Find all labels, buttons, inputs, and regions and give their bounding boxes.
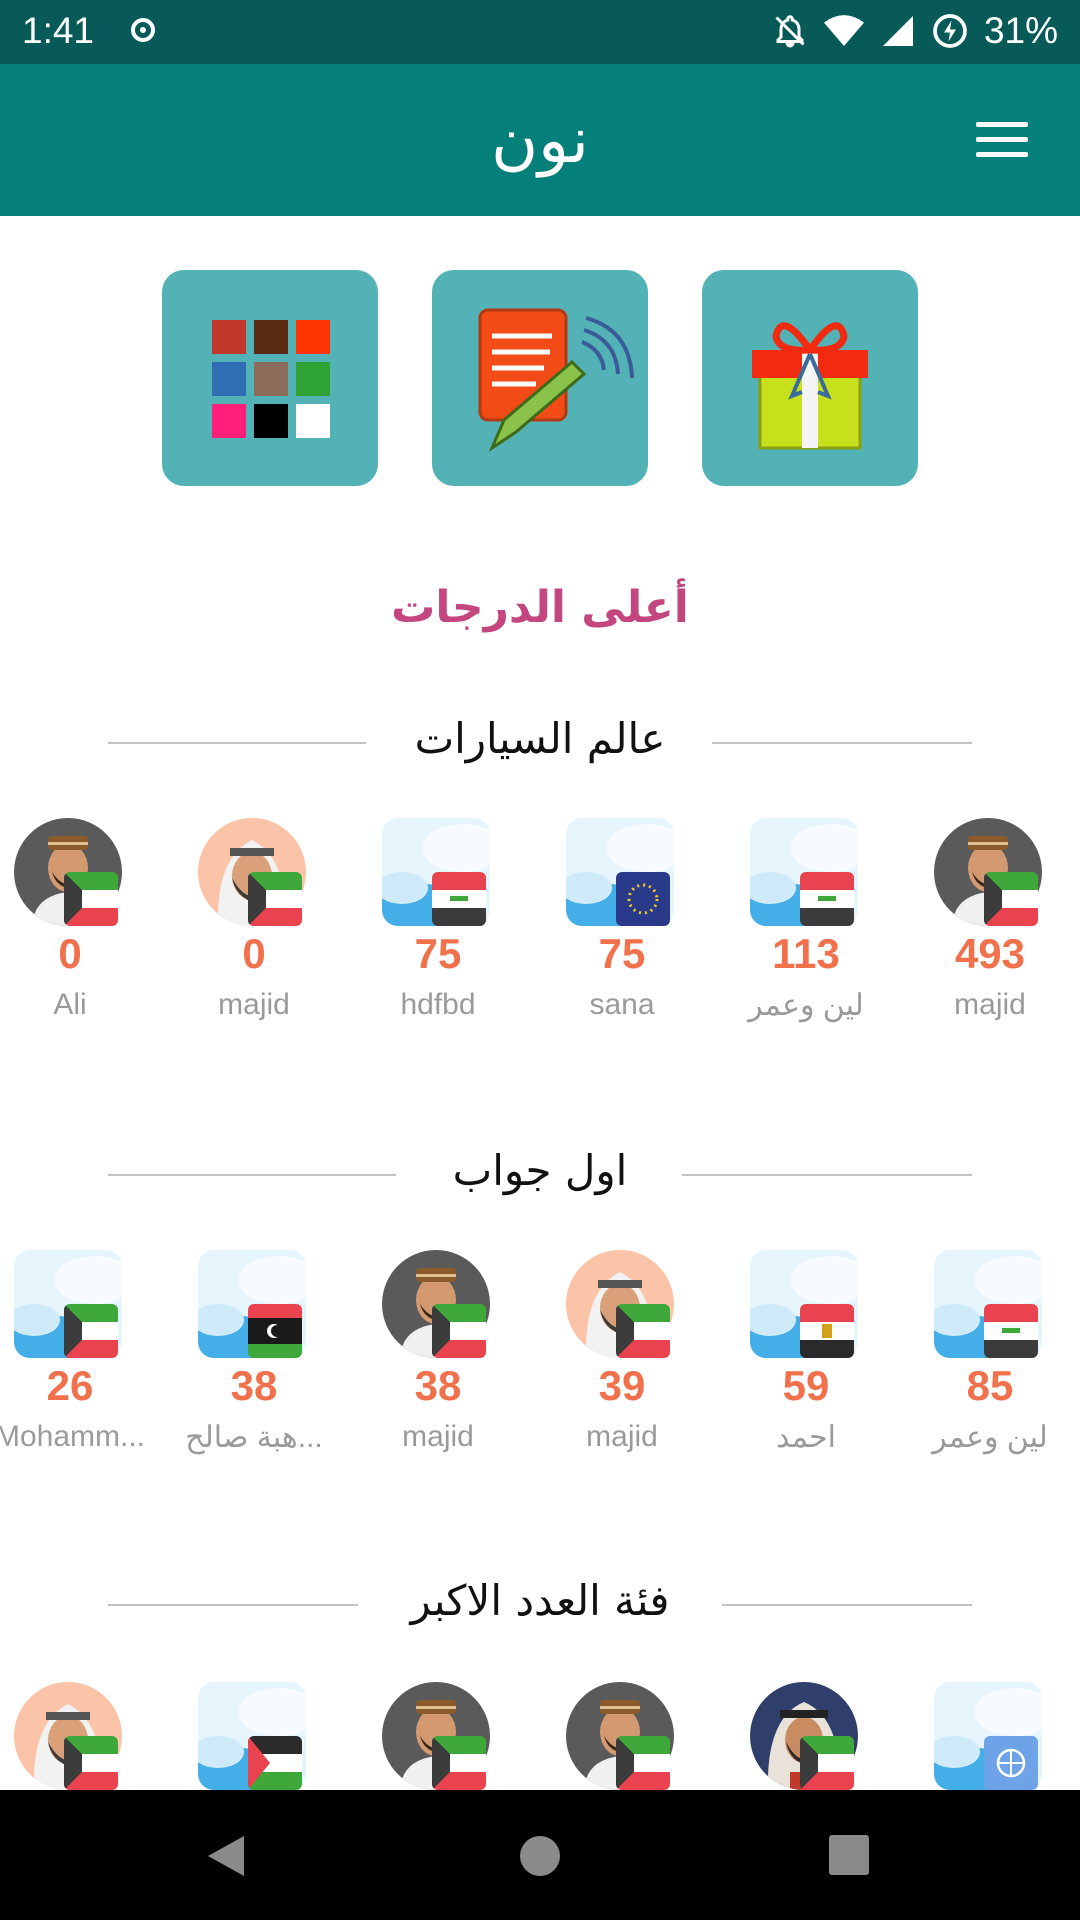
kuwait-flag-icon: [432, 1736, 486, 1790]
color-grid-tile[interactable]: [162, 270, 378, 486]
player-name: majid: [402, 1420, 474, 1453]
wifi-icon: [823, 15, 864, 46]
kuwait-flag-icon: [64, 1736, 118, 1790]
kuwait-flag-icon: [616, 1304, 670, 1358]
app-bar: نون: [0, 64, 1080, 216]
category-header: اول جواب: [0, 1144, 1080, 1204]
player-score: 59: [782, 1362, 830, 1409]
kuwait-flag-icon: [248, 872, 302, 926]
category-header: عالم السيارات: [0, 712, 1080, 772]
section-title: أعلى الدرجات: [391, 582, 689, 633]
status-time: 1:41: [22, 10, 95, 51]
player-name: sana: [589, 988, 655, 1021]
gift-box-icon: [752, 322, 868, 450]
player-name: هبة صالح...: [185, 1421, 323, 1454]
category-title: عالم السيارات: [414, 714, 666, 763]
notepad-pen-icon: [478, 308, 634, 453]
category-title: اول جواب: [452, 1146, 628, 1195]
player-score: 493: [954, 930, 1026, 977]
iraq-flag-icon: [800, 872, 854, 926]
player-score: 75: [414, 930, 462, 977]
player-score: 0: [242, 930, 266, 977]
signal-icon: [882, 16, 913, 46]
status-bar: 1:41 31%: [0, 0, 1080, 64]
player-name: majid: [218, 988, 290, 1021]
notifications-off-icon: [775, 15, 805, 48]
home-icon[interactable]: [518, 1834, 562, 1878]
kuwait-flag-icon: [64, 1304, 118, 1358]
player-name: hdfbd: [400, 988, 476, 1021]
egypt-flag-icon: [800, 1304, 854, 1358]
record-icon: [131, 18, 155, 42]
kuwait-flag-icon: [984, 872, 1038, 926]
kuwait-flag-icon: [432, 1304, 486, 1358]
iraq-flag-icon: [984, 1304, 1038, 1358]
player-name: majid: [954, 988, 1026, 1021]
category-header: فئة العدد الاكبر: [0, 1574, 1080, 1634]
eu-flag-icon: [616, 872, 670, 926]
kuwait-flag-icon: [64, 872, 118, 926]
player-name: Ali: [53, 988, 87, 1021]
player-name: Mohamm...: [0, 1420, 146, 1453]
notes-tile[interactable]: [432, 270, 648, 486]
kuwait-flag-icon: [616, 1736, 670, 1790]
player-score: 38: [414, 1362, 462, 1409]
back-icon[interactable]: [204, 1832, 248, 1880]
recents-icon[interactable]: [828, 1834, 870, 1876]
player-name: لين وعمر: [932, 1421, 1048, 1454]
category-title: فئة العدد الاكبر: [410, 1576, 670, 1625]
player-name: احمد: [776, 1421, 836, 1454]
player-name: لين وعمر: [748, 989, 864, 1022]
palestine-flag-icon: [248, 1736, 302, 1790]
player-score: 38: [230, 1362, 278, 1409]
player-name: majid: [586, 1420, 658, 1453]
libya-flag-icon: [248, 1304, 302, 1358]
gift-tile[interactable]: [702, 270, 918, 486]
player-score: 113: [772, 930, 840, 977]
kuwait-flag-icon: [800, 1736, 854, 1790]
iraq-flag-icon: [432, 872, 486, 926]
navigation-bar: [0, 1790, 1080, 1920]
battery-percent: 31%: [983, 10, 1058, 51]
player-score: 75: [598, 930, 646, 977]
menu-icon[interactable]: [976, 122, 1028, 158]
player-score: 26: [46, 1362, 94, 1409]
battery-charging-icon: [933, 14, 967, 48]
player-score: 85: [966, 1362, 1014, 1409]
category-row: [0, 1682, 1080, 1790]
player-score: 0: [58, 930, 82, 977]
app-title: نون: [491, 104, 589, 178]
player-score: 39: [598, 1362, 646, 1409]
un-flag-icon: [984, 1736, 1038, 1790]
color-grid-icon: [212, 320, 330, 438]
